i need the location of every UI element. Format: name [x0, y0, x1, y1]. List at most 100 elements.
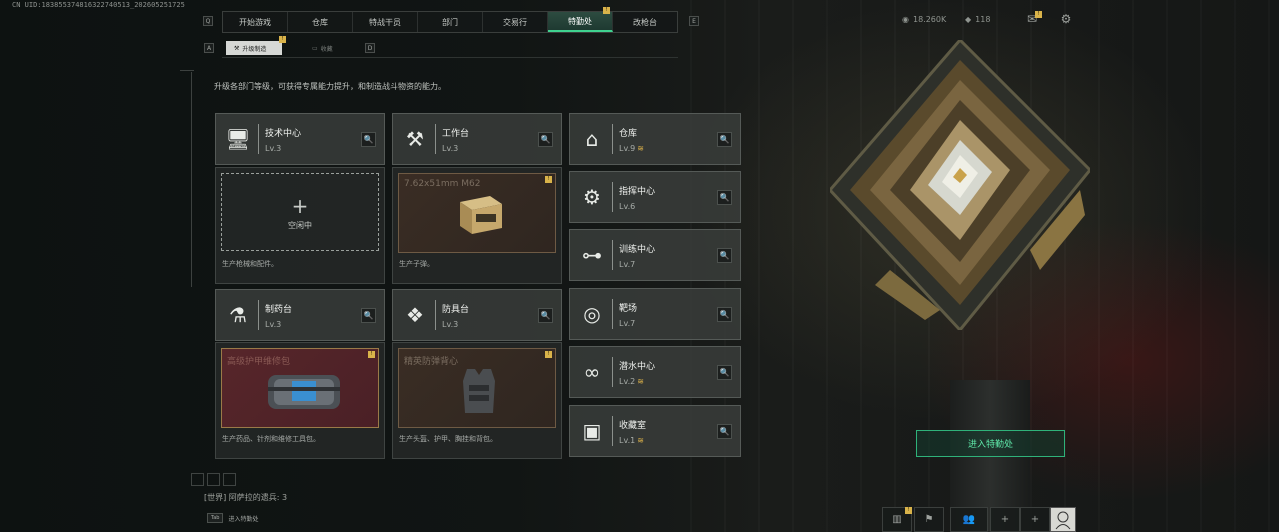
computer-icon: 🖥	[225, 127, 251, 151]
search-icon[interactable]: 🔍	[538, 308, 553, 323]
producing-item-slot[interactable]: 7.62x51mm M62 !	[398, 173, 556, 253]
subtab-upgrade-manufacture[interactable]: ⚒ 升级制造 !	[226, 36, 286, 55]
tab-departments[interactable]: 部门	[418, 12, 483, 32]
workbench-production-slot[interactable]: 7.62x51mm M62 ! 生产子弹。	[392, 167, 562, 284]
subtab-key-left[interactable]: A	[204, 43, 214, 53]
tab-warehouse[interactable]: 仓库	[288, 12, 353, 32]
subtab-divider	[222, 57, 678, 58]
settings-gear-icon[interactable]: ⚙	[1058, 12, 1074, 28]
search-icon[interactable]: 🔍	[717, 365, 732, 380]
facility-training-center[interactable]: ⊶ 训练中心 Lv.7 🔍	[569, 229, 741, 281]
plus-icon: +	[1000, 514, 1010, 525]
add-icon: +	[291, 194, 309, 218]
workshop-level: Lv.3	[442, 319, 459, 329]
warehouse-icon: ⌂	[585, 127, 599, 151]
search-icon[interactable]: 🔍	[717, 307, 732, 322]
facility-shooting-range[interactable]: ◎ 靶场 Lv.7 🔍	[569, 288, 741, 340]
subtab-upgrade-label: 升级制造	[242, 45, 267, 53]
producing-item-slot[interactable]: 精英防弹背心 !	[398, 348, 556, 428]
subtab-collection-label: 收藏	[320, 45, 333, 53]
facility-level: Lv.1	[619, 435, 636, 445]
facility-level: Lv.2	[619, 376, 636, 386]
facility-level: Lv.7	[619, 318, 636, 328]
tab-trade[interactable]: 交易行	[483, 12, 548, 32]
workshop-footer: 生产枪械和配件。	[222, 260, 278, 268]
empty-slot[interactable]: + 空闲中	[221, 173, 379, 251]
upgrade-available-icon: ≋	[637, 435, 644, 445]
chat-channel-button[interactable]	[223, 473, 236, 486]
facility-level: Lv.6	[619, 201, 636, 211]
armor-bench-production-slot[interactable]: 精英防弹背心 ! 生产头盔、护甲、胸挂和背包。	[392, 342, 562, 459]
target-icon: ◎	[583, 302, 601, 326]
tab-hint[interactable]: Tab 进入特勤处	[207, 513, 258, 523]
workshop-level: Lv.3	[265, 319, 282, 329]
chat-channel-button[interactable]	[207, 473, 220, 486]
facility-name: 仓库	[619, 128, 638, 139]
frame-decoration	[180, 70, 194, 71]
workshop-pharmacy[interactable]: ⚗ 制药台 Lv.3 🔍	[215, 289, 385, 341]
workshop-name: 制药台	[265, 304, 293, 315]
facility-level: Lv.9	[619, 143, 636, 153]
goggles-icon: ∞	[583, 360, 601, 384]
item-name: 高级护甲维修包	[227, 357, 291, 367]
enter-special-ops-button[interactable]: 进入特勤处	[916, 430, 1065, 457]
add-friend-button[interactable]: +	[990, 507, 1020, 532]
chat-channel-button[interactable]	[191, 473, 204, 486]
notification-badge: !	[603, 7, 610, 14]
ammo-box-icon	[460, 196, 502, 234]
vest-icon	[463, 369, 495, 413]
search-icon[interactable]: 🔍	[717, 132, 732, 147]
facility-collection-room[interactable]: ▣ 收藏室 Lv.1 ≋ 🔍	[569, 405, 741, 457]
search-icon[interactable]: 🔍	[361, 308, 376, 323]
ticket-icon: ◆	[965, 15, 972, 24]
add-friend-button-2[interactable]: +	[1020, 507, 1050, 532]
facility-name: 潜水中心	[619, 361, 656, 372]
facility-name: 收藏室	[619, 420, 647, 431]
subtab-badge: !	[279, 36, 286, 43]
hammer-icon: ⚒	[234, 44, 240, 52]
facility-warehouse[interactable]: ⌂ 仓库 Lv.9 ≋ 🔍	[569, 113, 741, 165]
workshop-name: 防具台	[442, 304, 470, 315]
repair-kit-icon	[268, 375, 340, 409]
workshop-name: 技术中心	[265, 128, 302, 139]
bar-chart-icon: ▥	[892, 514, 902, 525]
facility-name: 靶场	[619, 303, 638, 314]
subtab-collection[interactable]: ▭ 收藏	[304, 41, 354, 55]
search-icon[interactable]: 🔍	[717, 424, 732, 439]
producing-item-slot[interactable]: 高级护甲维修包 !	[221, 348, 379, 428]
chip-icon: ⚙	[583, 185, 601, 209]
search-icon[interactable]: 🔍	[717, 248, 732, 263]
friends-button[interactable]: 👥	[950, 507, 988, 532]
pharmacy-production-slot[interactable]: 高级护甲维修包 ! 生产药品、针剂和维修工具包。	[215, 342, 385, 459]
search-icon[interactable]: 🔍	[717, 190, 732, 205]
workshop-tech-center[interactable]: 🖥 技术中心 Lv.3 🔍	[215, 113, 385, 165]
search-icon[interactable]: 🔍	[361, 132, 376, 147]
tab-gunsmith[interactable]: 改枪台	[613, 12, 677, 32]
upgrade-available-icon: ≋	[637, 143, 644, 153]
flag-button[interactable]: ⚑	[914, 507, 944, 532]
tools-icon: ⚒	[406, 127, 424, 151]
facility-diving-center[interactable]: ∞ 潜水中心 Lv.2 ≋ 🔍	[569, 346, 741, 398]
subtab-key-right[interactable]: D	[365, 43, 375, 53]
nav-key-right[interactable]: E	[689, 16, 699, 26]
mail-badge: !	[1035, 11, 1042, 18]
workshop-workbench[interactable]: ⚒ 工作台 Lv.3 🔍	[392, 113, 562, 165]
tab-hint-label: 进入特勤处	[228, 515, 259, 523]
upgrade-available-icon: ≋	[637, 376, 644, 386]
tab-special-ops[interactable]: 特勤处 !	[548, 7, 613, 32]
coin-amount: 18.260K	[912, 15, 947, 24]
tab-start-game[interactable]: 开始游戏	[223, 12, 288, 32]
tech-center-production-slot[interactable]: + 空闲中 生产枪械和配件。	[215, 167, 385, 284]
coin-balance: ◉ 18.260K	[902, 15, 946, 24]
tab-operators[interactable]: 特战干员	[353, 12, 418, 32]
workshop-armor-bench[interactable]: ❖ 防具台 Lv.3 🔍	[392, 289, 562, 341]
player-avatar[interactable]	[1050, 507, 1076, 532]
nav-key-left[interactable]: Q	[203, 16, 213, 26]
search-icon[interactable]: 🔍	[538, 132, 553, 147]
world-chat-message[interactable]: [世界] 阿萨拉的遗兵: 3	[204, 492, 287, 503]
microscope-icon: ⚗	[229, 303, 247, 327]
page-description: 升级各部门等级，可获得专属能力提升，和制造战斗物资的能力。	[214, 82, 446, 91]
item-name: 7.62x51mm M62	[404, 179, 481, 189]
facility-command-center[interactable]: ⚙ 指挥中心 Lv.6 🔍	[569, 171, 741, 223]
workshop-level: Lv.3	[265, 143, 282, 153]
